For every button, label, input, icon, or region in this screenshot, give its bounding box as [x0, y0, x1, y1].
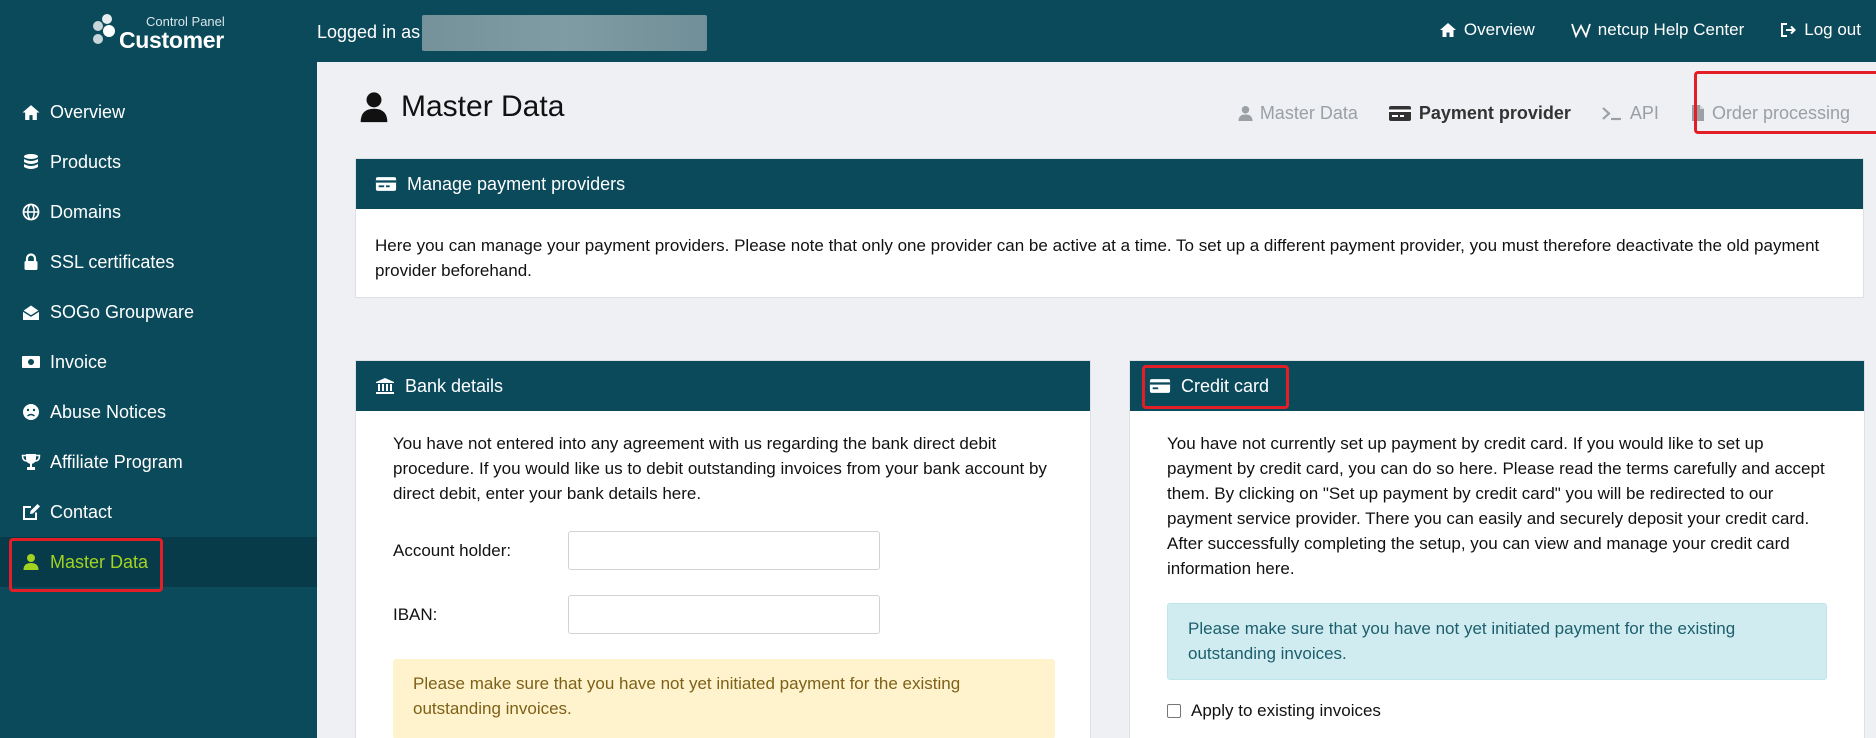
panel-title: Bank details: [405, 375, 504, 396]
sidebar-item-affiliate-program[interactable]: Affiliate Program: [0, 437, 317, 487]
sidebar-item-ssl-certificates[interactable]: SSL certificates: [0, 237, 317, 287]
redacted-username: [422, 15, 707, 51]
edit-icon: [18, 503, 44, 521]
lock-icon: [18, 253, 44, 271]
logged-in-label: Logged in as: [317, 22, 421, 42]
top-link-logout-label: Log out: [1804, 20, 1861, 39]
highlight-box-credit-card: [1142, 365, 1289, 409]
top-link-overview-label: Overview: [1463, 20, 1535, 39]
page-title-text: Master Data: [401, 90, 565, 123]
sidebar-item-label: SOGo Groupware: [50, 301, 195, 322]
frown-icon: [18, 403, 44, 421]
account-holder-row: Account holder:: [393, 531, 1054, 570]
globe-icon: [18, 203, 44, 221]
iban-input[interactable]: [568, 595, 880, 634]
sidebar-item-label: Products: [50, 151, 122, 172]
wikipedia-w-icon: [1570, 23, 1591, 38]
logo-customer-text: Customer: [119, 27, 224, 53]
tab-label: Payment provider: [1418, 102, 1571, 123]
page-title: Master Data: [359, 90, 564, 124]
sidebar-item-sogo-groupware[interactable]: SOGo Groupware: [0, 287, 317, 337]
panel-body: You have not currently set up payment by…: [1130, 411, 1864, 723]
sidebar-item-label: Abuse Notices: [50, 401, 167, 422]
account-holder-input[interactable]: [568, 531, 880, 570]
sidebar: Overview Products Domains SSL certificat…: [0, 62, 317, 738]
database-icon: [18, 153, 44, 171]
money-bill-icon: [18, 355, 44, 369]
iban-row: IBAN:: [393, 595, 1054, 634]
sidebar-item-label: SSL certificates: [50, 251, 175, 272]
sidebar-item-label: Affiliate Program: [50, 451, 183, 472]
panel-text: Here you can manage your payment provide…: [375, 236, 1820, 280]
sidebar-item-overview[interactable]: Overview: [0, 87, 317, 137]
sidebar-item-products[interactable]: Products: [0, 137, 317, 187]
home-icon: [18, 104, 44, 121]
highlight-box-payment-provider: [1694, 71, 1876, 134]
sidebar-item-label: Invoice: [50, 351, 108, 372]
terminal-icon: [1602, 106, 1621, 120]
sidebar-item-label: Overview: [50, 101, 126, 122]
user-icon: [1238, 105, 1253, 121]
highlight-box-master-data: [9, 538, 163, 592]
tab-payment-provider[interactable]: Payment provider: [1374, 85, 1585, 141]
top-link-help-center-label: netcup Help Center: [1597, 20, 1745, 39]
apply-existing-invoices-label: Apply to existing invoices: [1191, 701, 1381, 720]
panel-header: Bank details: [356, 361, 1090, 411]
sidebar-item-contact[interactable]: Contact: [0, 487, 317, 537]
bank-intro-text: You have not entered into any agreement …: [393, 434, 1047, 503]
tab-label: API: [1629, 102, 1659, 123]
credit-card-info-alert: Please make sure that you have not yet i…: [1167, 603, 1827, 680]
manage-payment-providers-panel: Manage payment providers Here you can ma…: [355, 158, 1864, 298]
tab-api[interactable]: API: [1585, 85, 1675, 141]
sidebar-item-domains[interactable]: Domains: [0, 187, 317, 237]
home-icon: [1439, 23, 1456, 37]
bank-details-panel: Bank details You have not entered into a…: [355, 360, 1091, 738]
bank-warning-alert: Please make sure that you have not yet i…: [393, 659, 1055, 738]
sidebar-item-invoice[interactable]: Invoice: [0, 337, 317, 387]
sidebar-item-label: Domains: [50, 201, 122, 222]
top-link-overview[interactable]: Overview: [1439, 20, 1535, 40]
apply-existing-invoices-checkbox-row[interactable]: Apply to existing invoices: [1167, 698, 1828, 723]
credit-card-icon: [375, 177, 397, 191]
tab-label: Master Data: [1259, 102, 1358, 123]
bank-icon: [376, 378, 394, 394]
panel-title: Manage payment providers: [407, 173, 626, 194]
top-bar: Control Panel Customer Logged in as Over…: [0, 0, 1876, 62]
credit-card-panel: Credit card You have not currently set u…: [1129, 360, 1865, 738]
sidebar-item-abuse-notices[interactable]: Abuse Notices: [0, 387, 317, 437]
tab-master-data[interactable]: Master Data: [1222, 85, 1374, 141]
panel-header: Manage payment providers: [356, 159, 1863, 209]
apply-existing-invoices-checkbox[interactable]: [1167, 703, 1181, 718]
iban-label: IBAN:: [393, 605, 438, 624]
logout-icon: [1781, 23, 1797, 37]
user-icon: [360, 92, 388, 123]
customer-control-panel-logo[interactable]: Control Panel Customer: [90, 12, 240, 53]
top-link-help-center[interactable]: netcup Help Center: [1570, 20, 1745, 40]
trophy-icon: [18, 453, 44, 471]
sidebar-item-label: Contact: [50, 501, 113, 522]
panel-body: You have not entered into any agreement …: [356, 411, 1090, 738]
account-holder-label: Account holder:: [393, 541, 512, 560]
people-icon: [93, 14, 115, 44]
credit-card-icon: [1388, 105, 1411, 121]
top-link-logout[interactable]: Log out: [1780, 20, 1861, 40]
credit-card-intro-text: You have not currently set up payment by…: [1167, 434, 1825, 578]
envelope-open-icon: [18, 304, 44, 321]
top-links: Overview netcup Help Center Log out: [1439, 20, 1861, 40]
main-content: Master Data Master Data Payment provider…: [317, 62, 1876, 738]
